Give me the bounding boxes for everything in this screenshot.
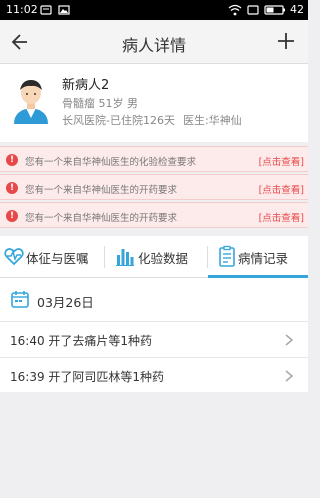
status-bar: 11:02 42 xyxy=(0,0,308,20)
tab-lab-data[interactable]: 化验数据 xyxy=(105,236,207,278)
battery-icon xyxy=(264,5,285,15)
alert-icon: ! xyxy=(6,182,18,194)
patient-name: 新病人2 xyxy=(62,78,110,93)
record-date: 03月26日 xyxy=(37,295,94,310)
alert-text: 您有一个来自华神仙医生的化验检查要求 xyxy=(25,157,197,168)
hospital-stay: 长风医院-已住院126天 xyxy=(62,114,175,127)
patient-hospital-line: 长风医院-已住院126天 医生:华神仙 xyxy=(62,112,250,128)
record-item[interactable]: 16:40 开了去痛片等1种药 xyxy=(0,322,308,357)
patient-info: 骨髓瘤 51岁 男 xyxy=(62,97,138,110)
clipboard-icon xyxy=(219,245,235,267)
battery-level: 42 xyxy=(290,3,304,16)
alert-row[interactable]: ! 您有一个来自华神仙医生的开药要求 [点击查看] xyxy=(0,202,308,228)
alert-icon: ! xyxy=(6,154,18,166)
tab-label: 化验数据 xyxy=(138,251,189,266)
alert-row[interactable]: ! 您有一个来自华神仙医生的开药要求 [点击查看] xyxy=(0,174,308,200)
record-item[interactable]: 16:39 开了阿司匹林等1种药 xyxy=(0,358,308,393)
alert-icon: ! xyxy=(6,210,18,222)
tab-vitals[interactable]: 体征与医嘱 xyxy=(0,236,104,278)
date-header: 03月26日 xyxy=(0,278,308,322)
doctor-name: 医生:华神仙 xyxy=(182,114,242,127)
tab-bar: 体征与医嘱 化验数据 病情记录 xyxy=(0,236,308,278)
app-bar: 病人详情 xyxy=(0,20,308,64)
alert-text: 您有一个来自华神仙医生的开药要求 xyxy=(25,185,178,196)
alert-text: 您有一个来自华神仙医生的开药要求 xyxy=(25,213,178,224)
tab-label: 体征与医嘱 xyxy=(26,251,89,266)
screen-icon xyxy=(247,5,259,15)
patient-card: 新病人2 骨髓瘤 51岁 男 长风医院-已住院126天 医生:华神仙 xyxy=(0,64,308,142)
view-link[interactable]: [点击查看] xyxy=(259,182,304,196)
records-list: 03月26日 16:40 开了去痛片等1种药 16:39 开了阿司匹林等1种药 xyxy=(0,278,308,392)
doctor-avatar xyxy=(10,74,52,124)
bar-chart-icon xyxy=(116,249,134,266)
page-title: 病人详情 xyxy=(121,36,186,55)
heartbeat-icon xyxy=(4,248,24,266)
image-icon xyxy=(58,5,70,15)
notification-icon xyxy=(40,5,52,15)
add-icon[interactable] xyxy=(276,31,296,51)
tab-records[interactable]: 病情记录 xyxy=(208,236,308,278)
alert-row[interactable]: ! 您有一个来自华神仙医生的化验检查要求 [点击查看] xyxy=(0,146,308,172)
view-link[interactable]: [点击查看] xyxy=(259,210,304,224)
chevron-right-icon xyxy=(285,370,294,382)
record-text: 16:40 开了去痛片等1种药 xyxy=(10,334,153,348)
chevron-right-icon xyxy=(285,334,294,346)
tab-label: 病情记录 xyxy=(238,251,289,266)
calendar-icon xyxy=(11,291,29,308)
record-text: 16:39 开了阿司匹林等1种药 xyxy=(10,370,165,384)
view-link[interactable]: [点击查看] xyxy=(259,154,304,168)
wifi-icon xyxy=(228,4,242,16)
status-time: 11:02 xyxy=(6,3,38,16)
